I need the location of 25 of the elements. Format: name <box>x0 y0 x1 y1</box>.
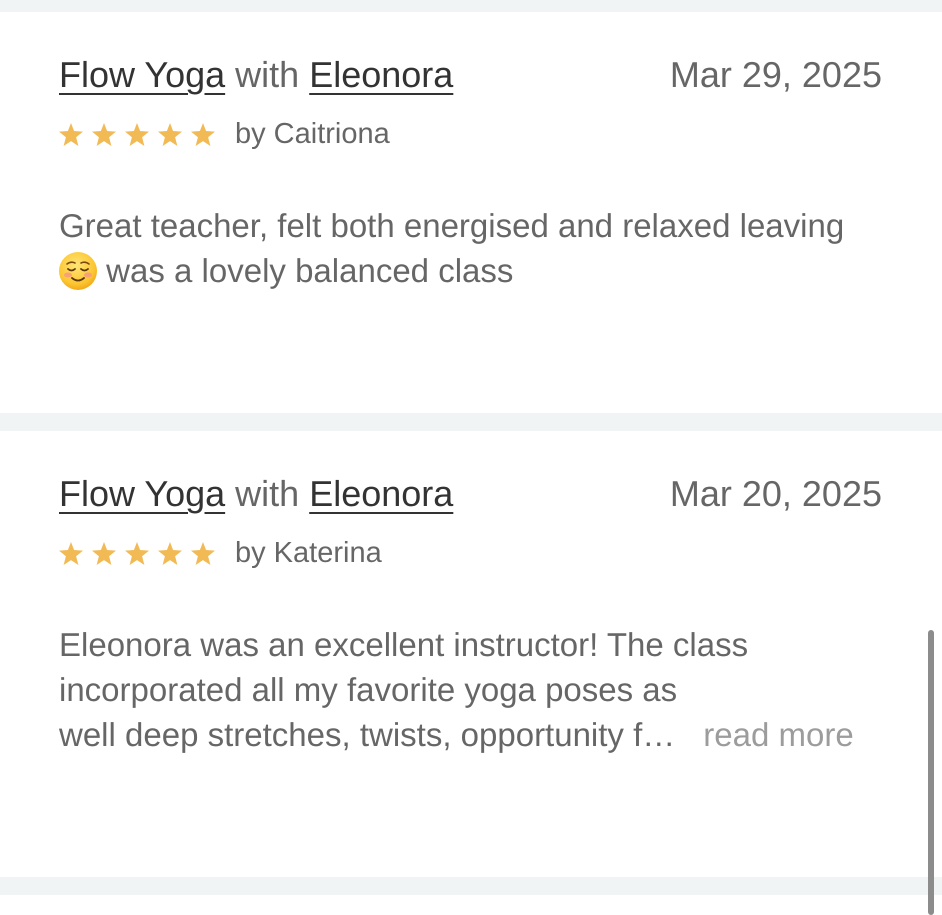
review-date: Mar 20, 2025 <box>670 474 882 514</box>
instructor-link[interactable]: Eleonora <box>309 473 454 514</box>
star-icon <box>92 542 116 564</box>
reviewer-name: by Katerina <box>235 538 382 568</box>
review-text: was a lovely balanced class <box>106 252 514 289</box>
title-text: with <box>235 473 300 514</box>
scrollbar-thumb[interactable] <box>928 630 934 915</box>
star-icon <box>59 542 83 564</box>
star-icon <box>191 122 215 146</box>
reviewer-name: by Caitriona <box>235 119 390 149</box>
star-icon <box>125 122 149 146</box>
star-icon <box>125 542 149 564</box>
class-link[interactable]: Flow Yoga <box>59 473 226 514</box>
instructor-link[interactable]: Eleonora <box>309 54 454 95</box>
class-link[interactable]: Flow Yoga <box>59 54 226 95</box>
star-icon <box>158 542 182 564</box>
star-icon <box>92 122 116 146</box>
star-icon <box>59 122 83 146</box>
star-icon <box>158 122 182 146</box>
review-text: Great teacher, felt both energised and relaxed leaving <box>59 207 844 244</box>
title-text: with <box>235 54 300 95</box>
review-text: Eleonora was an excellent instructor! The class incorporated all my favorite yoga poses as well deep stretches, twists, opportunity f… read more <box>59 625 855 755</box>
star-icon <box>191 542 215 564</box>
smiling-face-icon <box>59 252 97 290</box>
review-date: Mar 29, 2025 <box>670 55 882 95</box>
